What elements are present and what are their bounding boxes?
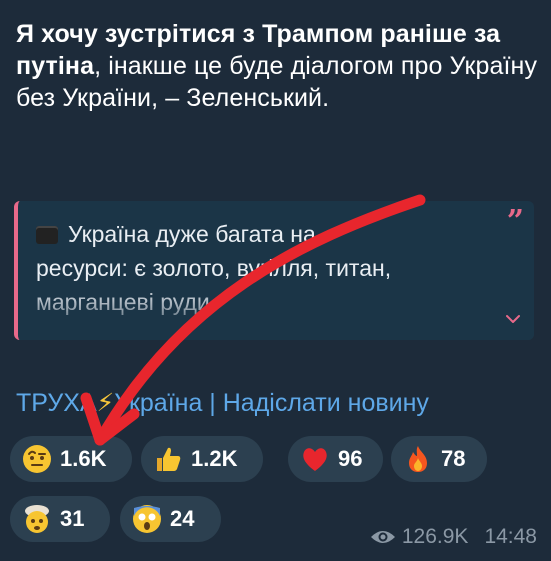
reaction-thumbs-up[interactable]: 1.2K <box>141 436 263 482</box>
reaction-screaming[interactable]: 24 <box>120 496 221 542</box>
quote-line-2: ресурси: є золото, вугілля, титан, <box>36 255 392 281</box>
red-heart-icon <box>298 442 332 476</box>
exploding-head-icon <box>20 502 54 536</box>
channel-link-part1[interactable]: ТРУХА <box>16 389 97 417</box>
reaction-count: 78 <box>441 446 466 471</box>
reaction-count: 1.6K <box>60 446 107 471</box>
reaction-raised-eyebrow[interactable]: 1.6K <box>10 436 132 482</box>
reaction-exploding-head[interactable]: 31 <box>10 496 110 542</box>
eye-icon <box>370 531 395 543</box>
channel-link-part2[interactable]: Україна | Надіслати новину <box>114 389 429 417</box>
reaction-count: 96 <box>338 446 363 471</box>
reaction-count: 24 <box>170 506 195 531</box>
reaction-count: 31 <box>60 506 85 531</box>
reaction-fire[interactable]: 78 <box>391 436 487 482</box>
message-bubble: Я хочу зустрітися з Трампом раніше за пу… <box>0 0 551 561</box>
quote-fade <box>18 300 534 340</box>
thumbs-up-icon <box>151 442 185 476</box>
headline-rest: , інакше це буде діалогом про Україну бе… <box>16 52 538 112</box>
quote-mark-icon: ” <box>506 204 524 239</box>
screaming-face-icon <box>130 502 164 536</box>
message-headline: Я хочу зустрітися з Трампом раніше за пу… <box>16 18 541 114</box>
message-meta: 126.9K 14:48 <box>370 525 537 549</box>
lightning-icon: ⚡ <box>96 389 115 417</box>
quote-line-1: Україна дуже багата на <box>68 221 316 247</box>
reaction-heart[interactable]: 96 <box>288 436 383 482</box>
reaction-count: 1.2K <box>191 446 238 471</box>
view-count: 126.9K <box>401 525 469 548</box>
raised-eyebrow-face-icon <box>20 442 54 476</box>
channel-link[interactable]: ТРУХА⚡Україна | Надіслати новину <box>16 388 429 418</box>
chevron-down-icon[interactable] <box>506 312 520 326</box>
quote-block[interactable]: ” Україна дуже багата на ресурси: є золо… <box>14 201 534 340</box>
fire-icon <box>401 442 435 476</box>
black-square-icon <box>36 226 58 244</box>
message-time: 14:48 <box>484 525 537 548</box>
